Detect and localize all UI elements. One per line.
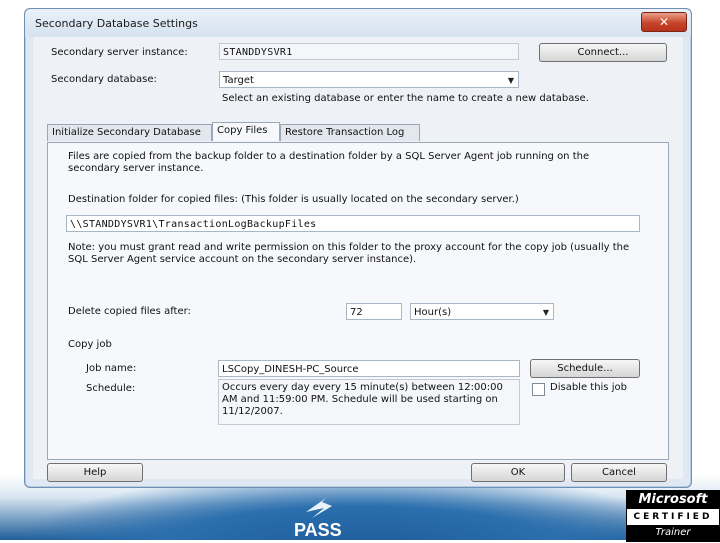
delete-after-stepper[interactable]: 72	[346, 303, 402, 320]
secondary-database-value: Target	[223, 75, 254, 86]
disable-job-label: Disable this job	[550, 382, 627, 393]
pass-logo-mark: PASS	[294, 498, 342, 540]
delete-unit-combobox[interactable]: Hour(s) ▼	[410, 303, 554, 320]
copy-job-group-label: Copy job	[68, 339, 112, 350]
close-button[interactable]: ✕	[641, 12, 687, 32]
chevron-down-icon[interactable]: ▼	[508, 72, 514, 87]
delete-copied-files-label: Delete copied files after:	[68, 306, 191, 317]
tab-initialize-secondary-database[interactable]: Initialize Secondary Database	[47, 124, 212, 141]
job-name-label: Job name:	[86, 363, 137, 374]
destination-folder-input[interactable]: \\STANDDYSVR1\TransactionLogBackupFiles	[66, 215, 640, 232]
schedule-button[interactable]: Schedule...	[530, 359, 640, 378]
window-title: Secondary Database Settings	[35, 17, 198, 30]
schedule-label: Schedule:	[86, 383, 136, 394]
title-bar: Secondary Database Settings ✕	[25, 9, 691, 37]
copy-files-panel: Files are copied from the backup folder …	[47, 142, 669, 460]
secondary-server-instance-label: Secondary server instance:	[51, 47, 188, 58]
connect-button[interactable]: Connect...	[539, 43, 667, 62]
delete-unit-value: Hour(s)	[414, 307, 452, 318]
secondary-database-combobox[interactable]: Target ▼	[219, 71, 519, 88]
pass-logo-text: PASS	[294, 520, 342, 540]
chevron-down-icon[interactable]: ▼	[543, 304, 549, 319]
secondary-database-settings-dialog: Secondary Database Settings ✕ Secondary …	[24, 8, 692, 488]
close-icon: ✕	[658, 15, 670, 29]
secondary-database-hint: Select an existing database or enter the…	[222, 93, 589, 104]
disable-job-checkbox[interactable]	[532, 383, 545, 396]
permission-note: Note: you must grant read and write perm…	[68, 242, 630, 265]
ok-button[interactable]: OK	[471, 463, 565, 482]
ms-badge-bottom: Trainer	[627, 525, 719, 541]
copy-files-intro: Files are copied from the backup folder …	[68, 151, 590, 174]
dialog-body: Secondary server instance: STANDDYSVR1 C…	[33, 37, 683, 482]
help-button[interactable]: Help	[47, 463, 143, 482]
tab-restore-transaction-log[interactable]: Restore Transaction Log	[280, 124, 420, 141]
secondary-server-instance-field: STANDDYSVR1	[219, 43, 519, 60]
destination-folder-label: Destination folder for copied files: (Th…	[68, 194, 519, 205]
cancel-button[interactable]: Cancel	[571, 463, 667, 482]
microsoft-certified-trainer-badge: Microsoft CERTIFIED Trainer	[626, 490, 720, 542]
delete-after-value: 72	[350, 307, 363, 318]
schedule-description: Occurs every day every 15 minute(s) betw…	[218, 379, 520, 425]
secondary-database-label: Secondary database:	[51, 74, 157, 85]
tab-copy-files[interactable]: Copy Files	[212, 122, 280, 141]
job-name-input[interactable]: LSCopy_DINESH-PC_Source	[218, 360, 520, 377]
ms-badge-middle: CERTIFIED	[627, 509, 719, 525]
ms-badge-top: Microsoft	[627, 491, 719, 509]
pass-logo: PASS	[286, 496, 366, 540]
